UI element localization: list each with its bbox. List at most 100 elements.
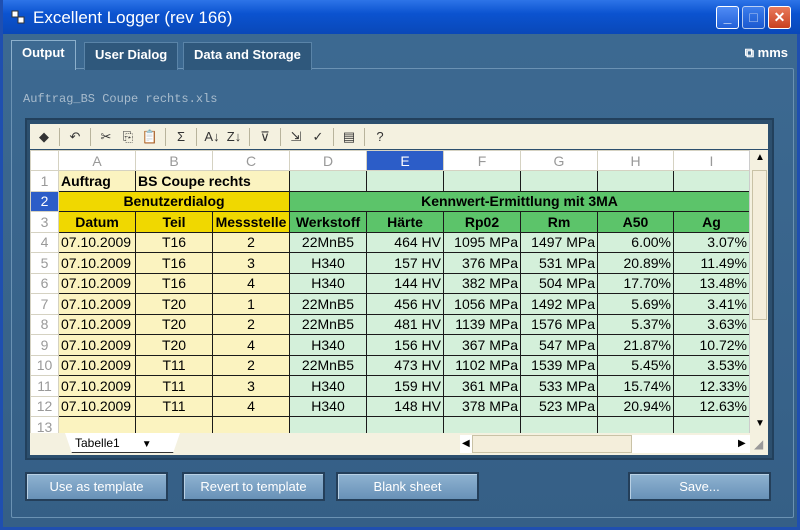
section-header-benutzerdialog[interactable]: Benutzerdialog (58, 190, 290, 212)
cell[interactable]: 1497 MPa (520, 231, 598, 253)
column-header-i[interactable]: I (673, 150, 750, 171)
cell[interactable]: 6.00% (597, 231, 674, 253)
empty-cell[interactable] (520, 170, 598, 192)
cell[interactable]: 10.72% (673, 334, 750, 356)
cell[interactable]: 22MnB5 (289, 354, 367, 376)
cell[interactable]: 523 MPa (520, 395, 598, 417)
column-header-e[interactable]: E (366, 150, 444, 171)
cell[interactable]: 361 MPa (443, 375, 521, 397)
section-header-kennwert[interactable]: Kennwert-Ermittlung mit 3MA (289, 190, 750, 212)
cell[interactable]: 1 (212, 293, 290, 315)
cell[interactable]: 148 HV (366, 395, 444, 417)
cell[interactable]: H340 (289, 395, 367, 417)
column-header-a[interactable]: A (58, 150, 136, 171)
cell[interactable]: 464 HV (366, 231, 444, 253)
cell[interactable]: 3.41% (673, 293, 750, 315)
cell[interactable]: 547 MPa (520, 334, 598, 356)
revert-to-template-button[interactable]: Revert to template (182, 472, 325, 501)
copy-icon[interactable]: ⎘ (118, 127, 138, 147)
cell[interactable]: 2 (212, 231, 290, 253)
column-header-f[interactable]: F (443, 150, 521, 171)
vertical-scroll-thumb[interactable] (752, 170, 767, 320)
row-header[interactable]: 6 (30, 272, 59, 294)
cell-auftrag-label[interactable]: Auftrag (58, 170, 136, 192)
row-header[interactable]: 4 (30, 231, 59, 253)
horizontal-scrollbar[interactable]: ◀ ▶ (460, 435, 750, 453)
cell[interactable]: 1095 MPa (443, 231, 521, 253)
cell[interactable]: 1139 MPa (443, 313, 521, 335)
row-header[interactable]: 2 (30, 190, 59, 212)
autosum-icon[interactable]: Σ (171, 127, 191, 147)
cell[interactable]: 473 HV (366, 354, 444, 376)
cell[interactable]: T16 (135, 231, 213, 253)
row-header[interactable]: 9 (30, 334, 59, 356)
cell[interactable]: H340 (289, 272, 367, 294)
cell[interactable]: 12.63% (673, 395, 750, 417)
sort-descending-icon[interactable]: Z↓ (224, 127, 244, 147)
tab-output[interactable]: Output (11, 40, 76, 70)
cell-auftrag-value[interactable]: BS Coupe rechts (135, 170, 290, 192)
cell[interactable]: H340 (289, 252, 367, 274)
cell[interactable]: 13.48% (673, 272, 750, 294)
cell[interactable]: 4 (212, 395, 290, 417)
cell[interactable]: 144 HV (366, 272, 444, 294)
cell[interactable]: 4 (212, 334, 290, 356)
cell[interactable]: 1576 MPa (520, 313, 598, 335)
cell[interactable]: 11.49% (673, 252, 750, 274)
export-icon[interactable]: ⇲ (286, 127, 306, 147)
cell[interactable]: 5.37% (597, 313, 674, 335)
scroll-up-icon[interactable]: ▲ (755, 152, 765, 163)
row-header[interactable]: 1 (30, 170, 59, 192)
paste-icon[interactable]: 📋 (140, 127, 160, 147)
undo-icon[interactable]: ↶ (65, 127, 85, 147)
column-title[interactable]: Rm (520, 211, 598, 233)
cell[interactable]: 07.10.2009 (58, 395, 136, 417)
minimize-button[interactable]: _ (716, 6, 739, 29)
cell[interactable]: 1492 MPa (520, 293, 598, 315)
cell[interactable]: 3.07% (673, 231, 750, 253)
cell[interactable]: 17.70% (597, 272, 674, 294)
title-bar[interactable]: Excellent Logger (rev 166) _ □ ✕ (3, 0, 800, 34)
row-header[interactable]: 12 (30, 395, 59, 417)
help-icon[interactable]: ? (370, 127, 390, 147)
row-header[interactable]: 7 (30, 293, 59, 315)
cell[interactable]: 07.10.2009 (58, 272, 136, 294)
cell[interactable]: 3.53% (673, 354, 750, 376)
office-logo-icon[interactable]: ◆ (34, 127, 54, 147)
row-header[interactable]: 3 (30, 211, 59, 233)
empty-cell[interactable] (366, 170, 444, 192)
cell[interactable]: 382 MPa (443, 272, 521, 294)
cell[interactable]: 2 (212, 313, 290, 335)
dropdown-arrow-icon[interactable]: ▼ (142, 439, 152, 450)
cell[interactable]: 376 MPa (443, 252, 521, 274)
cell[interactable]: 378 MPa (443, 395, 521, 417)
row-header[interactable]: 8 (30, 313, 59, 335)
cell[interactable]: 3 (212, 252, 290, 274)
cell[interactable]: T11 (135, 354, 213, 376)
column-title[interactable]: Werkstoff (289, 211, 367, 233)
cell[interactable]: 3 (212, 375, 290, 397)
cell[interactable]: 367 MPa (443, 334, 521, 356)
column-title[interactable]: A50 (597, 211, 674, 233)
empty-cell[interactable] (443, 170, 521, 192)
cell[interactable]: 22MnB5 (289, 313, 367, 335)
column-title[interactable]: Teil (135, 211, 213, 233)
tab-data-and-storage[interactable]: Data and Storage (183, 42, 312, 70)
column-title[interactable]: Ag (673, 211, 750, 233)
scroll-down-icon[interactable]: ▼ (755, 418, 765, 429)
row-header[interactable]: 11 (30, 375, 59, 397)
cell[interactable]: 20.89% (597, 252, 674, 274)
excel-import-icon[interactable]: ✓ (308, 127, 328, 147)
cell[interactable]: 15.74% (597, 375, 674, 397)
sort-ascending-icon[interactable]: A↓ (202, 127, 222, 147)
column-header-h[interactable]: H (597, 150, 674, 171)
empty-cell[interactable] (673, 170, 750, 192)
cell[interactable]: T20 (135, 293, 213, 315)
cell[interactable]: 07.10.2009 (58, 375, 136, 397)
cell[interactable]: 531 MPa (520, 252, 598, 274)
cell[interactable]: T20 (135, 334, 213, 356)
cell[interactable]: T20 (135, 313, 213, 335)
cell[interactable]: 20.94% (597, 395, 674, 417)
use-as-template-button[interactable]: Use as template (25, 472, 168, 501)
scroll-right-icon[interactable]: ▶ (738, 438, 746, 449)
